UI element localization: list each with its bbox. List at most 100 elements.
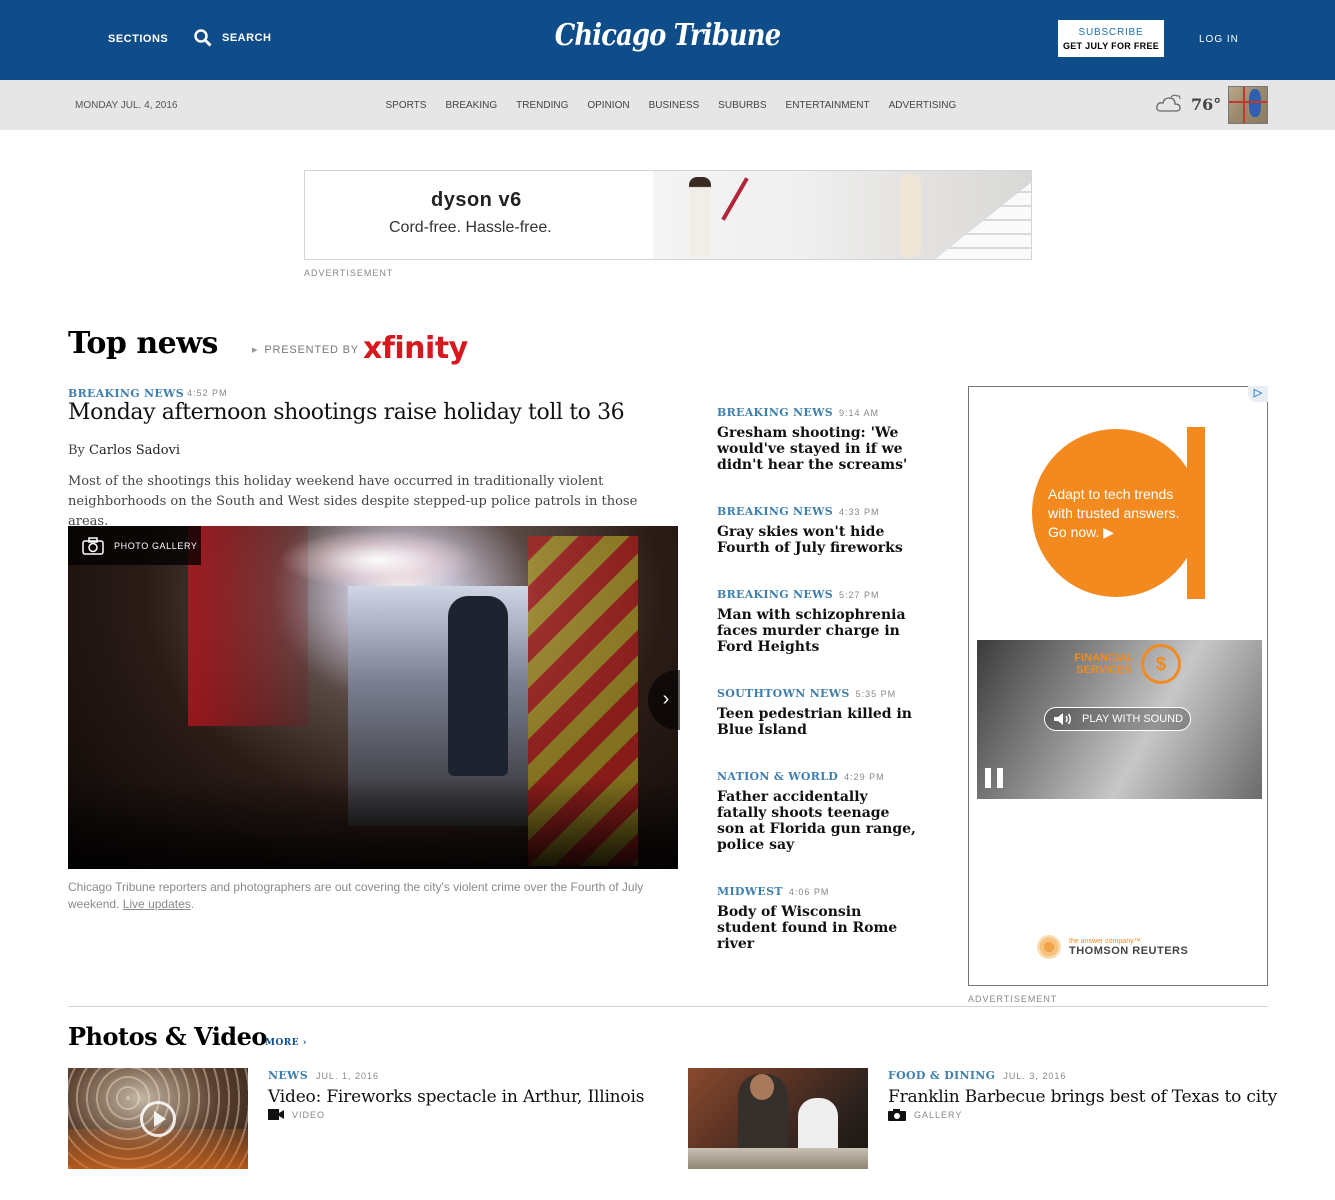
story-time: 4:06 PM — [788, 887, 830, 897]
story-headline[interactable]: Teen pedestrian killed in Blue Island — [717, 706, 917, 738]
nav-opinion[interactable]: OPINION — [587, 100, 629, 111]
lead-kicker[interactable]: BREAKING NEWS — [68, 387, 184, 400]
story-headline[interactable]: Gray skies won't hide Fourth of July fir… — [717, 524, 917, 556]
map-road — [1229, 101, 1267, 103]
gallery-thumbnail[interactable] — [688, 1068, 868, 1169]
media-type: GALLERY — [888, 1109, 1277, 1121]
photo-shadow — [68, 779, 678, 869]
lead-headline[interactable]: Monday afternoon shootings raise holiday… — [68, 400, 625, 425]
photo-caption: Chicago Tribune reporters and photograph… — [68, 879, 668, 913]
story-kicker[interactable]: BREAKING NEWS — [717, 406, 833, 419]
play-with-sound-button[interactable]: PLAY WITH SOUND — [1044, 707, 1191, 731]
author-link[interactable]: Carlos Sadovi — [89, 443, 180, 458]
thomson-reuters-logo: the answer company™ THOMSON REUTERS — [1037, 935, 1188, 959]
live-updates-link[interactable]: Live updates — [123, 897, 191, 911]
site-header: SECTIONS SEARCH Chicago Tribune SUBSCRIB… — [0, 0, 1335, 80]
ad-image — [653, 171, 1031, 259]
story-headline[interactable]: Body of Wisconsin student found in Rome … — [717, 904, 917, 952]
side-story: SOUTHTOWN NEWS 5:35 PM Teen pedestrian ki… — [717, 684, 917, 738]
photo-glare — [278, 530, 478, 590]
nav-entertainment[interactable]: ENTERTAINMENT — [786, 100, 870, 111]
ad-person — [899, 175, 921, 257]
ad-orange-bar — [1187, 427, 1205, 599]
banner-ad[interactable]: dyson v6 Cord-free. Hassle-free. — [304, 170, 1032, 260]
lead-timestamp: 4:52 PM — [187, 388, 228, 398]
sponsor-logo[interactable]: xfinity — [363, 331, 468, 366]
sidebar-ad[interactable]: Adapt to tech trends with trusted answer… — [968, 386, 1268, 986]
weather-map-thumbnail[interactable] — [1228, 86, 1268, 124]
dollar-icon: $ — [1141, 644, 1181, 684]
media-item: NEWS JUL. 1, 2016 Video: Fireworks specta… — [268, 1066, 644, 1120]
cloudy-icon[interactable] — [1155, 94, 1183, 114]
video-thumbnail[interactable] — [68, 1068, 248, 1169]
photo-paramedic — [448, 596, 508, 776]
camera-icon — [82, 536, 104, 555]
section-heading: Photos & Video — [68, 1022, 267, 1051]
nav-advertising[interactable]: ADVERTISING — [889, 100, 957, 111]
media-item: FOOD & DINING JUL. 3, 2016 Franklin Barbe… — [888, 1066, 1277, 1121]
section-heading: Top news — [68, 326, 218, 361]
story-time: 5:27 PM — [838, 590, 880, 600]
ad-video[interactable]: FINANCIAL SERVICES $ PLAY WITH SOUND — [977, 640, 1262, 799]
login-link[interactable]: LOG IN — [1199, 34, 1239, 45]
side-story: NATION & WORLD 4:29 PM Father accidentall… — [717, 767, 917, 853]
lead-photo[interactable] — [68, 526, 678, 869]
media-date: JUL. 1, 2016 — [315, 1071, 379, 1081]
ad-brand: dyson v6 — [431, 189, 522, 211]
nav-sports[interactable]: SPORTS — [386, 100, 427, 111]
map-lake — [1249, 89, 1261, 117]
adchoices-icon[interactable]: ▷ — [1248, 386, 1268, 402]
story-time: 4:33 PM — [838, 507, 880, 517]
play-with-sound-label: PLAY WITH SOUND — [1082, 713, 1184, 725]
speaker-icon — [1054, 713, 1071, 725]
section-nav: SPORTS BREAKING TRENDING OPINION BUSINES… — [376, 100, 966, 111]
media-headline[interactable]: Franklin Barbecue brings best of Texas t… — [888, 1087, 1277, 1107]
story-headline[interactable]: Father accidentally fatally shoots teena… — [717, 789, 917, 853]
story-time: 9:14 AM — [838, 408, 880, 418]
play-icon[interactable] — [140, 1101, 176, 1137]
story-time: 4:29 PM — [844, 772, 885, 782]
map-road — [1243, 87, 1245, 123]
ad-tagline: Cord-free. Hassle-free. — [389, 219, 552, 236]
media-type-label: VIDEO — [292, 1109, 326, 1120]
ad-stairs — [933, 181, 1031, 259]
nav-suburbs[interactable]: SUBURBS — [718, 100, 766, 111]
ad-financial-label: FINANCIAL SERVICES — [1074, 652, 1134, 676]
story-kicker[interactable]: MIDWEST — [717, 885, 783, 898]
ad-person — [689, 177, 711, 257]
story-headline[interactable]: Man with schizophrenia faces murder char… — [717, 607, 917, 655]
ad-vacuum — [721, 177, 749, 221]
current-date: MONDAY JUL. 4, 2016 — [75, 100, 178, 111]
byline: By Carlos Sadovi — [68, 443, 180, 458]
media-kicker[interactable]: FOOD & DINING — [888, 1069, 995, 1082]
story-kicker[interactable]: BREAKING NEWS — [717, 588, 833, 601]
story-kicker[interactable]: BREAKING NEWS — [717, 505, 833, 518]
lead-summary: Most of the shootings this holiday weeke… — [68, 474, 638, 529]
caption-end: . — [190, 897, 195, 911]
pause-icon[interactable] — [985, 768, 1003, 788]
story-kicker[interactable]: NATION & WORLD — [717, 770, 838, 783]
presented-by-label: PRESENTED BY — [252, 343, 359, 356]
ad-label: ADVERTISEMENT — [968, 994, 1058, 1004]
nav-breaking[interactable]: BREAKING — [445, 100, 497, 111]
media-kicker[interactable]: NEWS — [268, 1069, 308, 1082]
nav-trending[interactable]: TRENDING — [516, 100, 568, 111]
nav-business[interactable]: BUSINESS — [649, 100, 700, 111]
media-type: VIDEO — [268, 1109, 644, 1120]
thumb-face — [750, 1074, 774, 1100]
side-story: BREAKING NEWS 5:27 PM Man with schizophre… — [717, 585, 917, 655]
subscribe-button[interactable]: SUBSCRIBE GET JULY FOR FREE — [1058, 20, 1164, 57]
story-headline[interactable]: Gresham shooting: 'We would've stayed in… — [717, 425, 917, 473]
section-nav-bar: MONDAY JUL. 4, 2016 SPORTS BREAKING TREN… — [0, 80, 1335, 130]
photo-gallery-badge[interactable]: PHOTO GALLERY — [68, 526, 201, 565]
camera-icon — [888, 1109, 906, 1121]
more-link[interactable]: MORE › — [265, 1038, 307, 1048]
temperature[interactable]: 76° — [1191, 95, 1221, 114]
media-headline[interactable]: Video: Fireworks spectacle in Arthur, Il… — [268, 1087, 644, 1107]
side-story: BREAKING NEWS 4:33 PM Gray skies won't hi… — [717, 502, 917, 556]
story-kicker[interactable]: SOUTHTOWN NEWS — [717, 687, 850, 700]
ad-copy[interactable]: Adapt to tech trends with trusted answer… — [1048, 485, 1188, 542]
subscribe-label: SUBSCRIBE — [1078, 27, 1144, 38]
story-time: 5:35 PM — [855, 689, 897, 699]
media-type-label: GALLERY — [914, 1110, 963, 1120]
